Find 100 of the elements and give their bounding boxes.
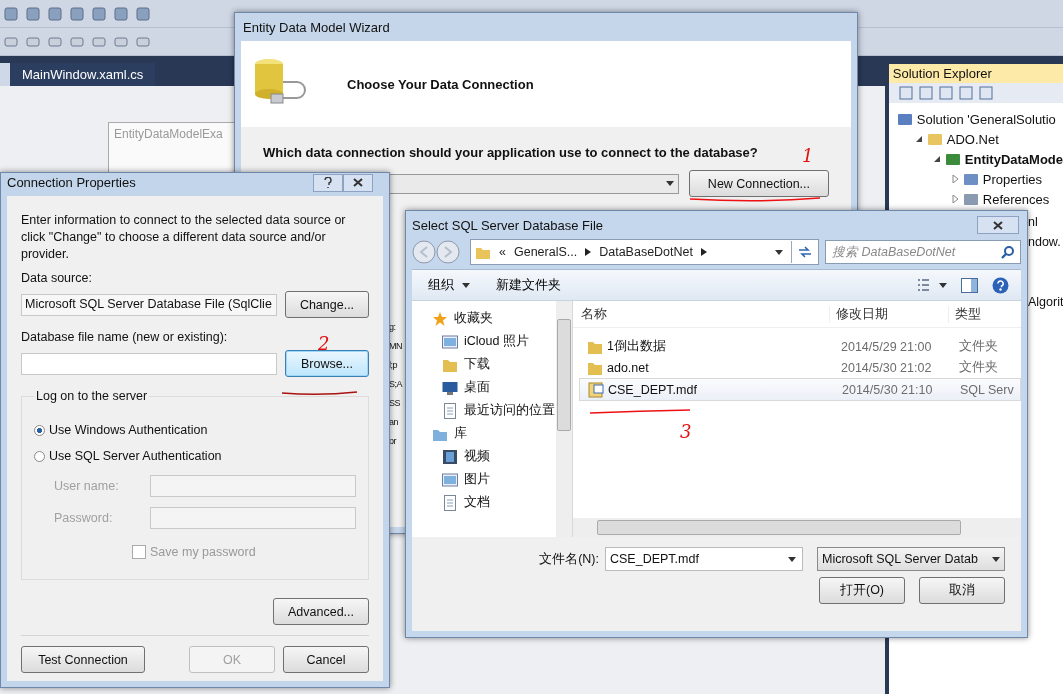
chevron-right-icon[interactable] bbox=[585, 248, 592, 256]
tree-item[interactable]: Solution 'GeneralSolutio bbox=[916, 111, 1056, 127]
new-connection-button[interactable]: New Connection... bbox=[688, 170, 829, 197]
help-button[interactable] bbox=[313, 173, 343, 192]
toolbar-icon[interactable] bbox=[114, 6, 128, 21]
chevron-right-icon[interactable] bbox=[701, 248, 707, 256]
organize-menu[interactable]: 组织 bbox=[422, 274, 476, 296]
navigation-item[interactable]: 文档 bbox=[464, 494, 490, 511]
close-button[interactable] bbox=[343, 173, 373, 192]
file-type: 文件夹 bbox=[958, 338, 999, 355]
toolbar-icon[interactable] bbox=[4, 34, 18, 49]
toolbar-icon[interactable] bbox=[48, 6, 62, 21]
handwritten-number: 3 bbox=[680, 422, 692, 442]
browse-button[interactable]: Browse... bbox=[285, 350, 369, 377]
file-date: 2014/5/29 21:00 bbox=[840, 339, 933, 354]
tree-node-icon bbox=[962, 192, 979, 206]
collapse-arrow-icon[interactable] bbox=[914, 135, 923, 143]
file-type-dropdown[interactable]: Microsoft SQL Server Datab bbox=[817, 547, 1005, 571]
breadcrumb-overflow[interactable]: « bbox=[499, 245, 506, 259]
partly-hidden-text: MN bbox=[389, 341, 403, 351]
question-label: Which data connection should your application use to connect to the database? bbox=[263, 145, 758, 160]
refresh-icon[interactable] bbox=[797, 245, 813, 259]
document-icon bbox=[442, 402, 458, 419]
file-date: 2014/5/30 21:02 bbox=[840, 360, 933, 375]
preview-pane-icon[interactable] bbox=[961, 277, 978, 293]
toolbar-icon[interactable] bbox=[114, 34, 128, 49]
file-type: SQL Serv bbox=[959, 382, 1015, 397]
change-button[interactable]: Change... bbox=[285, 291, 369, 318]
navigation-item[interactable]: iCloud 照片 bbox=[464, 333, 529, 350]
partly-hidden-text: an bbox=[389, 417, 399, 427]
radio-button[interactable] bbox=[34, 450, 45, 462]
navigation-item[interactable]: 图片 bbox=[464, 471, 490, 488]
tree-item[interactable]: Properties bbox=[982, 171, 1042, 187]
field-label: User name: bbox=[54, 479, 120, 493]
navigation-item[interactable]: 下载 bbox=[464, 356, 490, 373]
toolbar-icon[interactable] bbox=[958, 86, 973, 100]
view-list-icon[interactable] bbox=[917, 278, 947, 292]
close-button[interactable] bbox=[977, 216, 1019, 234]
tree-item[interactable]: EntityDataMode bbox=[964, 151, 1063, 167]
toolbar-icon[interactable] bbox=[918, 86, 933, 100]
close-icon bbox=[353, 178, 363, 187]
database-file-icon bbox=[588, 381, 604, 398]
toolbar-icon[interactable] bbox=[92, 6, 106, 21]
file-row[interactable]: 1倒出数据 2014/5/29 21:00 文件夹 bbox=[579, 336, 1021, 357]
column-header[interactable]: 修改日期 bbox=[829, 305, 948, 323]
radio-option[interactable]: Use Windows Authentication bbox=[34, 423, 356, 437]
tree-node-icon bbox=[896, 112, 913, 126]
new-folder-button[interactable]: 新建文件夹 bbox=[490, 274, 567, 296]
column-header[interactable]: 名称 bbox=[573, 305, 829, 323]
dialog-button[interactable]: 取消 bbox=[919, 577, 1005, 604]
dialog-button[interactable]: Test Connection bbox=[21, 646, 145, 673]
toolbar-icon[interactable] bbox=[48, 34, 62, 49]
search-field[interactable]: 搜索 DataBaseDotNet bbox=[825, 240, 1021, 264]
advanced-button[interactable]: Advanced... bbox=[273, 598, 369, 625]
picture-icon bbox=[442, 471, 458, 488]
expand-arrow-icon[interactable] bbox=[950, 175, 959, 183]
collapse-arrow-icon[interactable] bbox=[932, 155, 941, 163]
tree-item[interactable]: ADO.Net bbox=[946, 131, 999, 147]
toolbar-icon[interactable] bbox=[978, 86, 993, 100]
file-name: 1倒出数据 bbox=[607, 338, 666, 355]
breadcrumb-item[interactable]: GeneralS... bbox=[513, 245, 578, 259]
help-icon[interactable] bbox=[992, 276, 1009, 294]
address-bar[interactable]: « GeneralS... DataBaseDotNet bbox=[470, 239, 819, 265]
file-name-field[interactable] bbox=[21, 352, 277, 375]
toolbar-icon[interactable] bbox=[898, 86, 913, 100]
expand-arrow-icon[interactable] bbox=[950, 195, 959, 203]
dialog-button[interactable]: 打开(O) bbox=[819, 577, 905, 604]
document-tab[interactable]: MainWindow.xaml.cs bbox=[0, 63, 156, 86]
navigation-item[interactable]: 视频 bbox=[464, 448, 490, 465]
tree-item[interactable]: References bbox=[982, 191, 1050, 207]
dropdown-arrow-icon bbox=[992, 556, 1000, 562]
navigation-item[interactable]: 最近访问的位置 bbox=[464, 402, 555, 419]
radio-option[interactable]: Use SQL Server Authentication bbox=[34, 449, 356, 463]
toolbar-icon[interactable] bbox=[26, 34, 40, 49]
scrollbar[interactable] bbox=[556, 301, 572, 537]
toolbar-icon[interactable] bbox=[938, 86, 953, 100]
file-type: 文件夹 bbox=[958, 359, 999, 376]
navigation-item[interactable]: 收藏夹 bbox=[454, 310, 493, 327]
file-name-field[interactable]: CSE_DEPT.mdf bbox=[605, 547, 803, 571]
wizard-heading: Choose Your Data Connection bbox=[347, 76, 534, 92]
toolbar-icon[interactable] bbox=[70, 6, 84, 21]
file-row[interactable]: ado.net 2014/5/30 21:02 文件夹 bbox=[579, 357, 1021, 378]
field-label: Database file name (new or existing): bbox=[21, 330, 228, 344]
breadcrumb-item[interactable]: DataBaseDotNet bbox=[599, 245, 693, 259]
dialog-button[interactable]: Cancel bbox=[283, 646, 369, 673]
toolbar-icon[interactable] bbox=[136, 34, 150, 49]
navigation-item[interactable]: 桌面 bbox=[464, 379, 490, 396]
navigation-item[interactable]: 库 bbox=[454, 425, 467, 442]
radio-button[interactable] bbox=[34, 424, 45, 436]
tree-node-icon bbox=[926, 132, 943, 146]
scrollbar[interactable] bbox=[573, 518, 1021, 537]
star-icon bbox=[432, 310, 448, 327]
file-row[interactable]: CSE_DEPT.mdf 2014/5/30 21:10 SQL Serv bbox=[579, 378, 1021, 401]
toolbar-icon[interactable] bbox=[92, 34, 106, 49]
dropdown-arrow-icon[interactable] bbox=[775, 249, 783, 255]
toolbar-icon[interactable] bbox=[4, 6, 18, 21]
toolbar-icon[interactable] bbox=[136, 6, 150, 21]
toolbar-icon[interactable] bbox=[70, 34, 84, 49]
toolbar-icon[interactable] bbox=[26, 6, 40, 21]
column-header[interactable]: 类型 bbox=[948, 305, 1021, 323]
